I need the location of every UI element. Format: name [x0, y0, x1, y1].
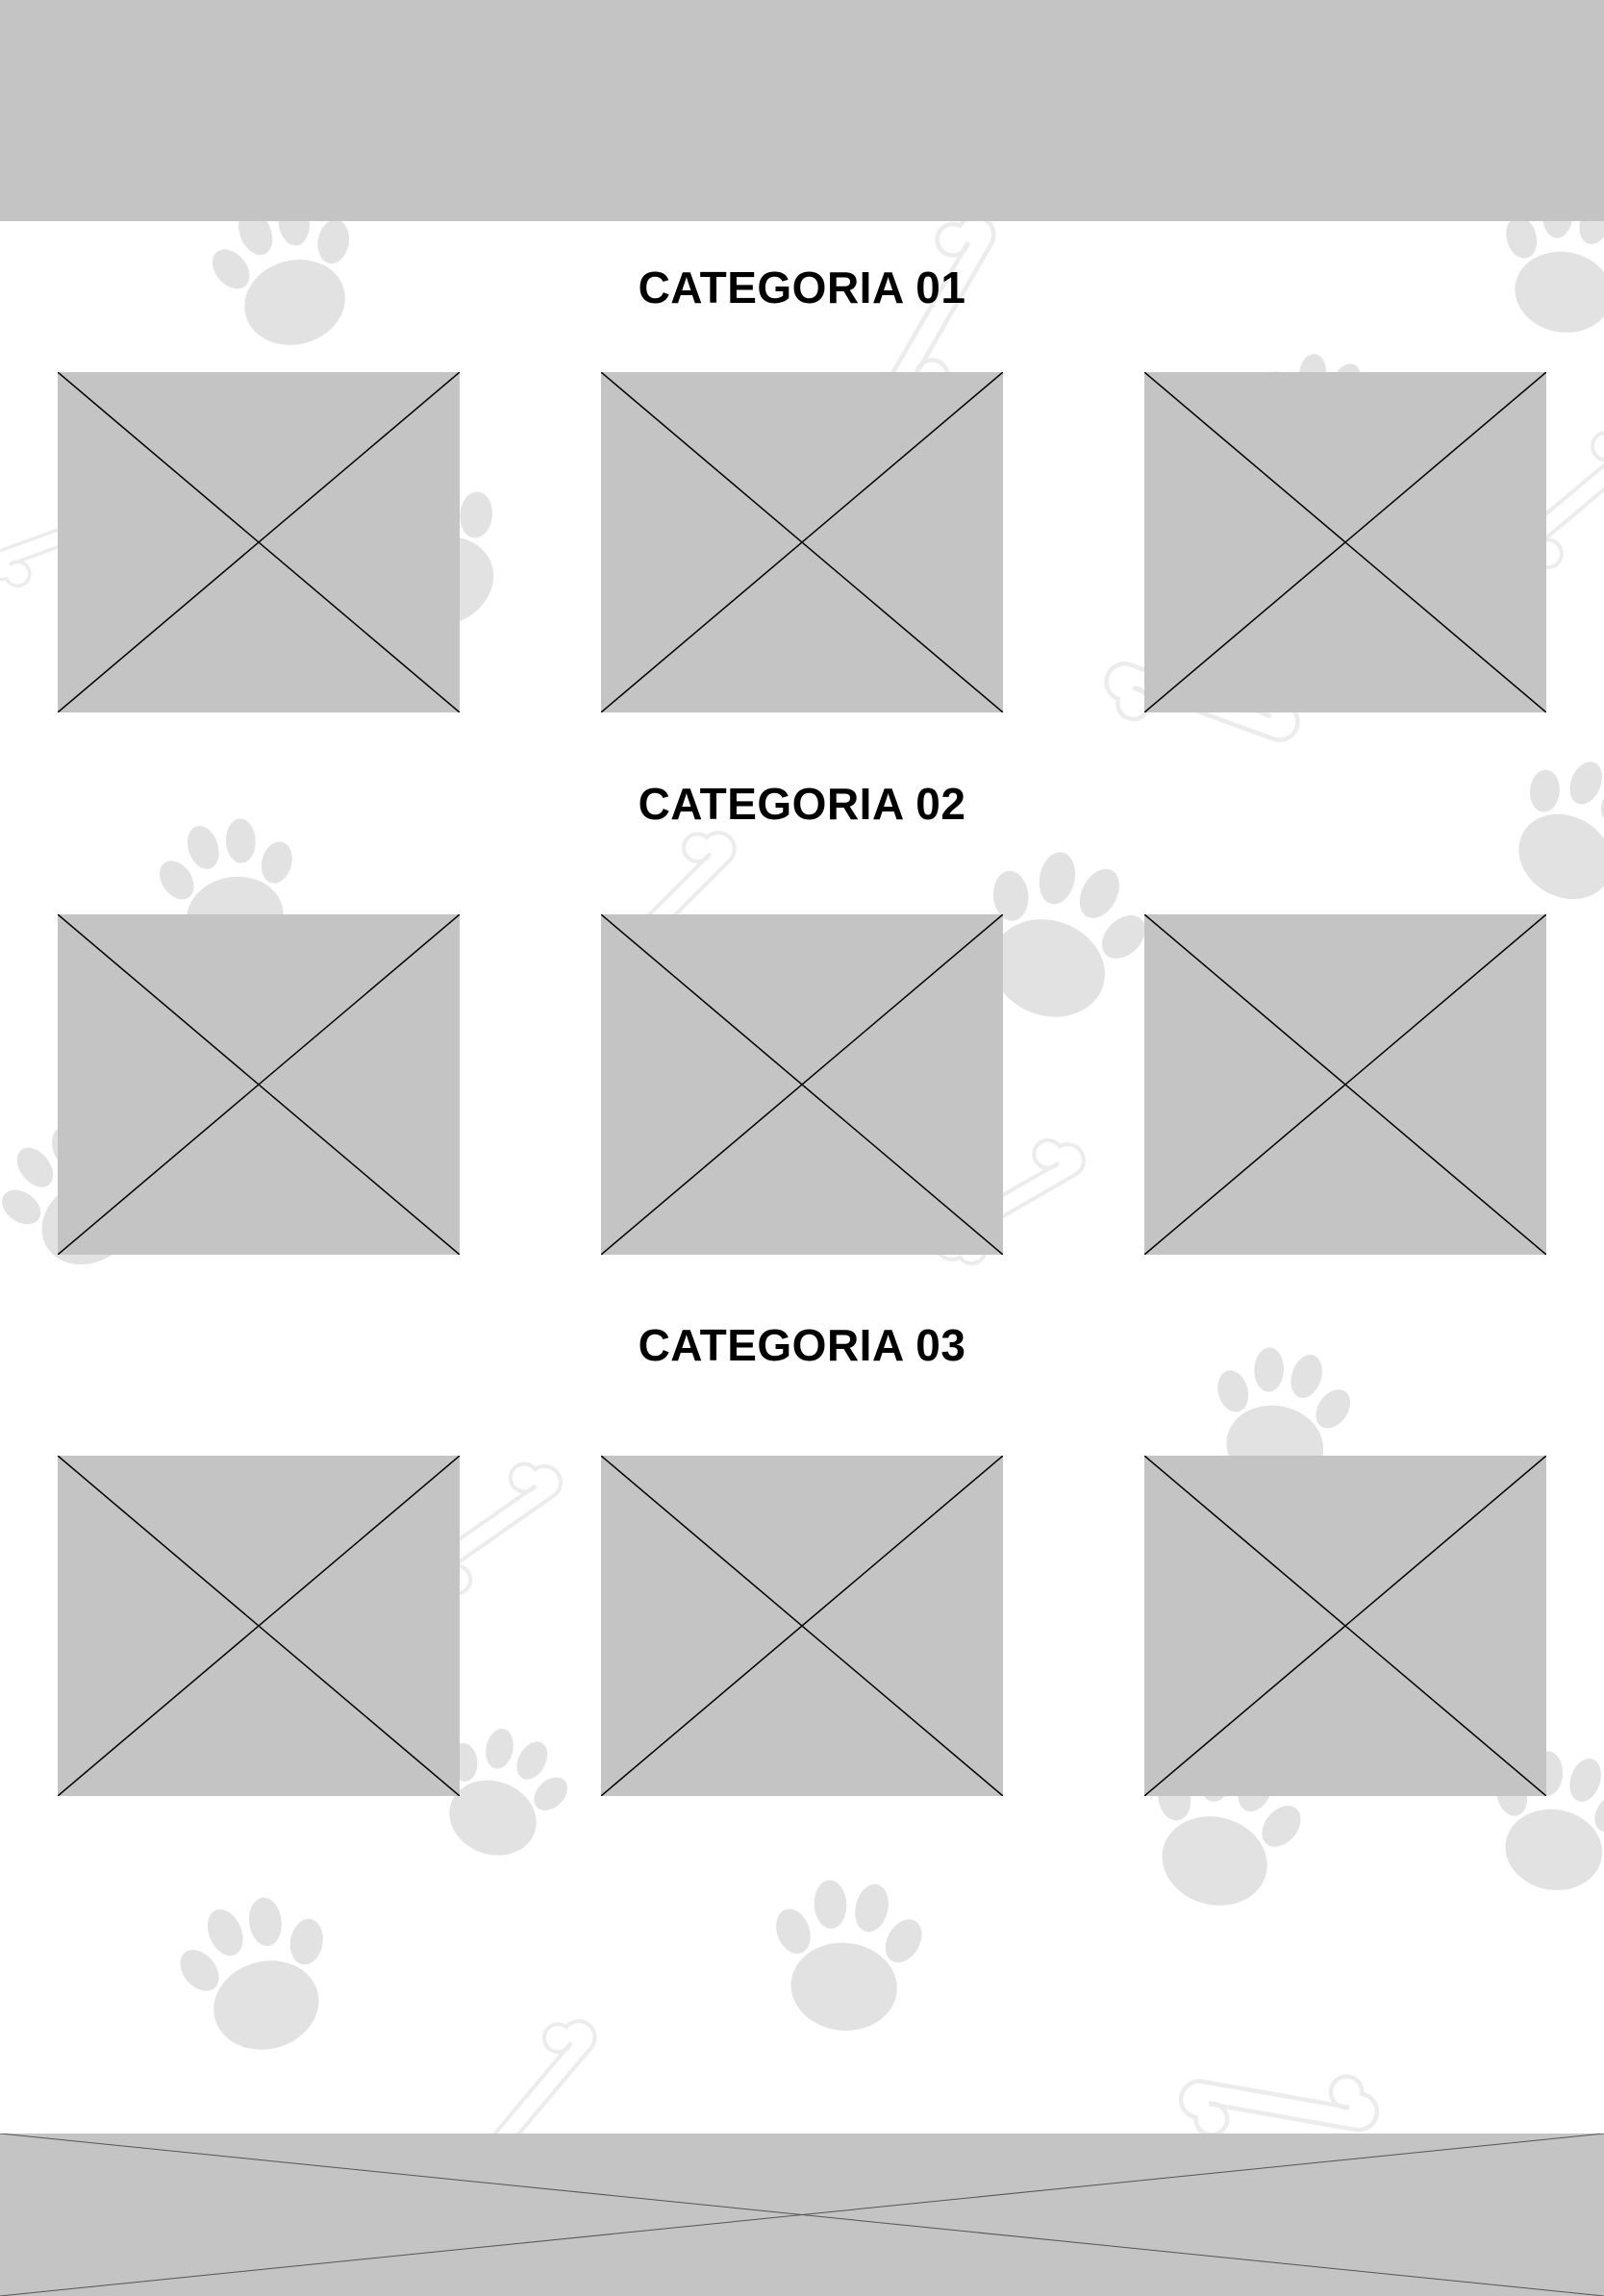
image-placeholder-icon [601, 372, 1003, 712]
image-placeholder[interactable] [58, 1456, 460, 1796]
category-title-02: CATEGORIA 02 [638, 779, 966, 829]
image-placeholder[interactable] [1144, 372, 1546, 712]
image-placeholder[interactable] [601, 914, 1003, 1255]
image-placeholder[interactable] [58, 914, 460, 1255]
header-banner [0, 0, 1604, 221]
category-title-01: CATEGORIA 01 [638, 262, 966, 312]
category-title-03: CATEGORIA 03 [638, 1320, 966, 1370]
image-placeholder-icon [601, 1456, 1003, 1796]
image-placeholder-icon [1144, 1456, 1546, 1796]
paw-print-icon [1482, 735, 1604, 929]
image-placeholder-icon [58, 914, 460, 1255]
footer-image-placeholder [0, 2134, 1604, 2296]
image-placeholder[interactable] [58, 372, 460, 712]
image-placeholder-icon [58, 1456, 460, 1796]
image-placeholder-icon [58, 372, 460, 712]
paw-print-icon [161, 1881, 355, 2069]
image-placeholder[interactable] [601, 372, 1003, 712]
image-placeholder[interactable] [1144, 914, 1546, 1255]
image-placeholder-icon [1144, 372, 1546, 712]
image-placeholder-icon [1144, 914, 1546, 1255]
paw-print-icon [761, 1873, 934, 2037]
image-placeholder[interactable] [1144, 1456, 1546, 1796]
image-placeholder[interactable] [601, 1456, 1003, 1796]
image-placeholder-icon [0, 2134, 1604, 2296]
image-placeholder-icon [601, 914, 1003, 1255]
